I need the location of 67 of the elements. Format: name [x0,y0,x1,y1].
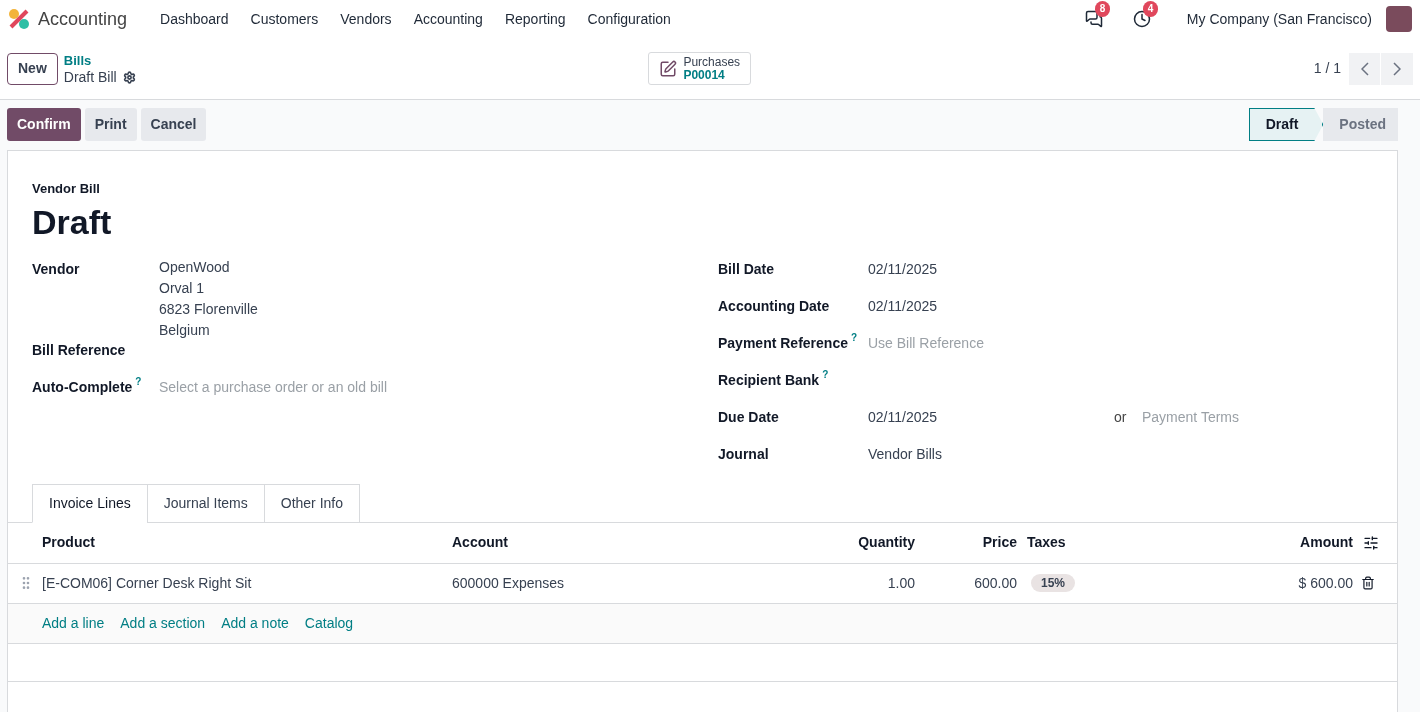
column-header[interactable]: Price [982,532,1021,553]
nav-menu-item[interactable]: Reporting [493,8,577,30]
breadcrumb-link[interactable]: Bills [63,51,136,69]
add-link[interactable]: Add a section [120,612,206,634]
table-cell[interactable]: 600.00 [974,572,1021,594]
smart-button-label: Purchases [683,55,741,69]
field-label: Bill Date [718,259,774,279]
table-cell[interactable]: 1.00 [887,572,923,594]
help-mark[interactable]: ? [850,331,858,344]
field-value[interactable]: Vendor Bills [868,445,942,462]
address-line: Orval 1 [159,278,206,297]
address-line: 6823 Florenville [159,299,259,318]
field-label: Bill Reference [32,340,126,360]
action-button[interactable]: Confirm [7,108,81,141]
add-link[interactable]: Catalog [304,612,354,634]
record-name: Draft Bill [63,68,117,86]
field-label: Auto-Complete [32,377,133,397]
nav-menu-item[interactable]: Dashboard [149,8,240,30]
action-button[interactable]: Print [84,108,137,141]
table-cell[interactable]: $ 600.00 [1298,572,1353,594]
document-type-label: Vendor Bill [32,180,101,198]
field-value[interactable]: 02/11/2025 [868,405,1114,428]
field-label: Recipient Bank [718,370,820,390]
column-header[interactable]: Product [42,532,452,553]
status-step[interactable]: Draft [1248,108,1324,141]
nav-menu-item[interactable]: Customers [239,8,330,30]
count-badge: 8 [1094,1,1111,17]
nav-menu-item[interactable]: Accounting [402,8,494,30]
add-link[interactable]: Add a line [42,612,105,634]
document-title: Draft [32,201,113,242]
field-label: Payment Reference [718,333,848,353]
table-cell[interactable]: 600000 Expenses [452,572,811,594]
app-name[interactable]: Accounting [38,5,128,33]
or-label: or [1114,407,1128,427]
address-line: Belgium [159,320,211,339]
input-field[interactable]: Select a purchase order or an old bill [159,375,718,398]
input-field[interactable]: Payment Terms [1142,405,1322,428]
field-label: Vendor [32,259,80,279]
address-line: OpenWood [159,257,231,276]
company-switcher[interactable]: My Company (San Francisco) [1186,8,1372,30]
smart-button-value: P00014 [683,68,725,82]
tax-tag[interactable]: 15% [1031,574,1076,592]
help-mark[interactable]: ? [822,368,829,381]
column-header[interactable]: Quantity [858,532,923,553]
pager-value: 1 / 1 [1313,59,1341,78]
tab[interactable]: Invoice Lines [32,483,148,523]
new-button[interactable]: New [7,52,58,85]
field-label: Accounting Date [718,296,830,316]
column-header[interactable]: Taxes [1021,532,1131,553]
nav-menu-item[interactable]: Vendors [329,8,403,30]
field-label: Due Date [718,407,779,427]
column-header[interactable]: Account [452,532,811,553]
field-label: Journal [718,444,769,464]
add-link[interactable]: Add a note [221,612,289,634]
help-mark[interactable]: ? [135,375,142,388]
field-value[interactable]: 02/11/2025 [868,297,938,314]
status-step[interactable]: Posted [1323,108,1398,141]
tab[interactable]: Other Info [263,483,361,523]
purchases-smart-button[interactable]: Purchases P00014 [648,52,752,85]
table-cell[interactable]: [E-COM06] Corner Desk Right Sit [42,572,452,594]
action-button[interactable]: Cancel [140,108,207,141]
count-badge: 4 [1142,1,1159,17]
nav-menu-item[interactable]: Configuration [576,8,682,30]
column-header[interactable]: Amount [1300,532,1353,553]
tab[interactable]: Journal Items [146,483,265,523]
field-value[interactable]: 02/11/2025 [868,260,938,277]
input-field[interactable]: Use Bill Reference [868,331,1373,354]
